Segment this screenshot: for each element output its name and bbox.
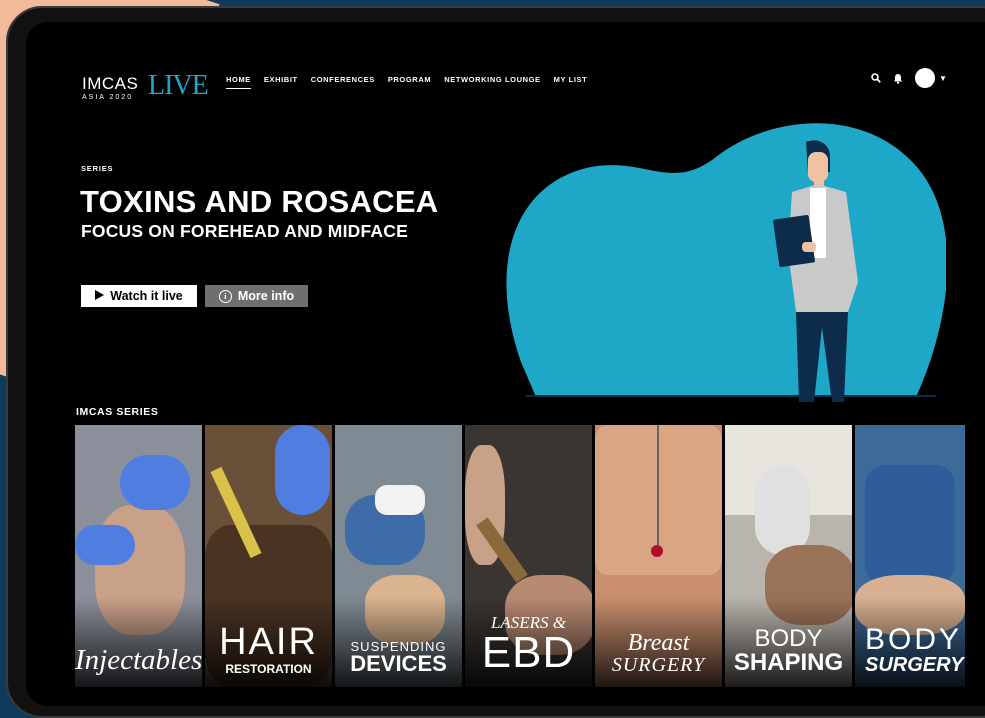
series-carousel: Injectables HAIR RESTORATION SUSPENDING … — [75, 425, 965, 687]
tile-label: LASERS & EBD — [465, 614, 592, 675]
tile-label-line2: SURGERY — [865, 654, 964, 676]
series-tile-suspending-devices[interactable]: SUSPENDING DEVICES — [335, 425, 462, 687]
nav-conferences[interactable]: CONFERENCES — [311, 75, 375, 89]
nav-program[interactable]: PROGRAM — [388, 75, 431, 89]
nav-home[interactable]: HOME — [226, 75, 251, 89]
nav-actions: ▼ — [871, 68, 947, 88]
tile-label-line2: SURGERY — [611, 654, 706, 676]
tile-label-line2: RESTORATION — [225, 662, 312, 676]
play-icon — [95, 289, 105, 303]
info-icon: i — [218, 289, 232, 303]
doctor-illustration — [506, 123, 946, 402]
tile-label-line2: EBD — [481, 628, 576, 677]
tile-label-line1: BODY — [865, 623, 963, 656]
tile-label-line1: Breast — [627, 630, 690, 656]
bell-icon[interactable] — [893, 73, 903, 84]
more-info-label: More info — [237, 289, 295, 303]
tile-label: HAIR RESTORATION — [205, 623, 332, 675]
tile-label: BODY SHAPING — [725, 627, 852, 675]
logo-subtext: ASIA 2020 — [82, 94, 134, 101]
imcas-live-logo[interactable]: IMCAS ASIA 2020 LIVE — [82, 70, 209, 101]
watch-live-label: Watch it live — [110, 289, 183, 303]
tile-label: SUSPENDING DEVICES — [335, 640, 462, 675]
series-tile-body-shaping[interactable]: BODY SHAPING — [725, 425, 852, 687]
tile-label: Breast SURGERY — [595, 631, 722, 675]
search-icon[interactable] — [871, 73, 881, 83]
tile-photo-detail — [375, 485, 425, 515]
tile-label: BODY SURGERY — [855, 623, 965, 676]
main-nav: HOME EXHIBIT CONFERENCES PROGRAM NETWORK… — [226, 75, 587, 89]
nav-my-list[interactable]: MY LIST — [554, 75, 588, 89]
tile-photo-detail — [120, 455, 190, 510]
hero-subtitle: FOCUS ON FOREHEAD AND MIDFACE — [81, 221, 408, 241]
more-info-button[interactable]: i More info — [205, 285, 308, 307]
tile-photo-detail — [75, 525, 135, 565]
hero-eyebrow: SERIES — [81, 164, 114, 173]
tile-label-line1: Injectables — [75, 644, 202, 676]
nav-networking-lounge[interactable]: NETWORKING LOUNGE — [444, 75, 540, 89]
series-tile-body-surgery[interactable]: BODY SURGERY — [855, 425, 965, 687]
tile-photo-detail — [865, 465, 955, 585]
hero-title: TOXINS AND ROSACEA — [80, 184, 439, 219]
tile-photo-detail — [651, 545, 663, 557]
logo-text: IMCAS — [82, 74, 139, 93]
tile-label-line1: BODY — [754, 625, 823, 652]
series-row-title: IMCAS SERIES — [76, 406, 159, 418]
tile-label: Injectables — [75, 646, 202, 675]
tile-photo-detail — [275, 425, 330, 515]
series-tile-injectables[interactable]: Injectables — [75, 425, 202, 687]
app-screen: IMCAS ASIA 2020 LIVE HOME EXHIBIT CONFER… — [26, 22, 985, 706]
tile-label-line2: SHAPING — [733, 649, 844, 676]
series-tile-lasers-ebd[interactable]: LASERS & EBD — [465, 425, 592, 687]
tile-photo-detail — [657, 425, 659, 545]
caret-down-icon[interactable]: ▼ — [939, 74, 947, 83]
series-tile-hair-restoration[interactable]: HAIR RESTORATION — [205, 425, 332, 687]
tile-photo-detail — [755, 465, 810, 555]
logo-live: LIVE — [148, 70, 209, 101]
user-avatar[interactable] — [915, 68, 935, 88]
tablet-frame: IMCAS ASIA 2020 LIVE HOME EXHIBIT CONFER… — [6, 6, 985, 718]
tile-label-line1: HAIR — [219, 621, 318, 663]
watch-live-button[interactable]: Watch it live — [81, 285, 197, 307]
nav-exhibit[interactable]: EXHIBIT — [264, 75, 298, 89]
tile-label-line2: DEVICES — [350, 651, 447, 676]
series-tile-breast-surgery[interactable]: Breast SURGERY — [595, 425, 722, 687]
